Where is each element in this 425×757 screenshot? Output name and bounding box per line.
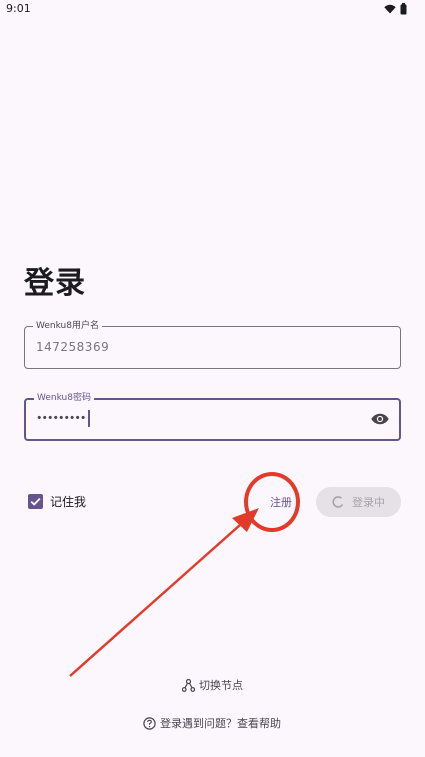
help-link[interactable]: 登录遇到问题？查看帮助 <box>143 715 281 731</box>
username-value: 147258369 <box>36 340 110 354</box>
eye-icon[interactable] <box>371 412 389 426</box>
password-value: ••••••••• <box>36 411 86 425</box>
password-label: Wenku8密码 <box>34 392 94 404</box>
switch-node-label: 切换节点 <box>199 679 243 692</box>
username-label: Wenku8用户名 <box>33 320 102 332</box>
switch-node-button[interactable]: 切换节点 <box>182 677 243 693</box>
password-field[interactable]: Wenku8密码 ••••••••• <box>24 392 401 441</box>
username-field[interactable]: Wenku8用户名 147258369 <box>24 320 401 369</box>
help-label: 登录遇到问题？查看帮助 <box>160 717 281 730</box>
wifi-icon <box>384 4 396 14</box>
register-button[interactable]: 注册 <box>270 494 292 510</box>
network-node-icon <box>182 678 195 692</box>
battery-icon <box>400 3 407 15</box>
status-bar: 9:01 <box>0 0 425 20</box>
password-value-wrap: ••••••••• <box>36 410 91 427</box>
remember-me-checkbox[interactable] <box>28 494 43 509</box>
status-icons <box>384 3 407 15</box>
help-icon <box>143 716 156 730</box>
status-time: 9:01 <box>6 2 31 15</box>
login-button[interactable]: 登录中 <box>316 487 401 517</box>
page-title: 登录 <box>24 266 86 301</box>
text-caret <box>88 410 91 427</box>
remember-me[interactable]: 记住我 <box>28 493 86 510</box>
login-button-label: 登录中 <box>352 496 385 509</box>
annotation-arrow <box>69 508 259 677</box>
check-icon <box>30 497 41 506</box>
remember-me-label: 记住我 <box>50 495 87 509</box>
loading-spinner-icon <box>332 496 344 508</box>
